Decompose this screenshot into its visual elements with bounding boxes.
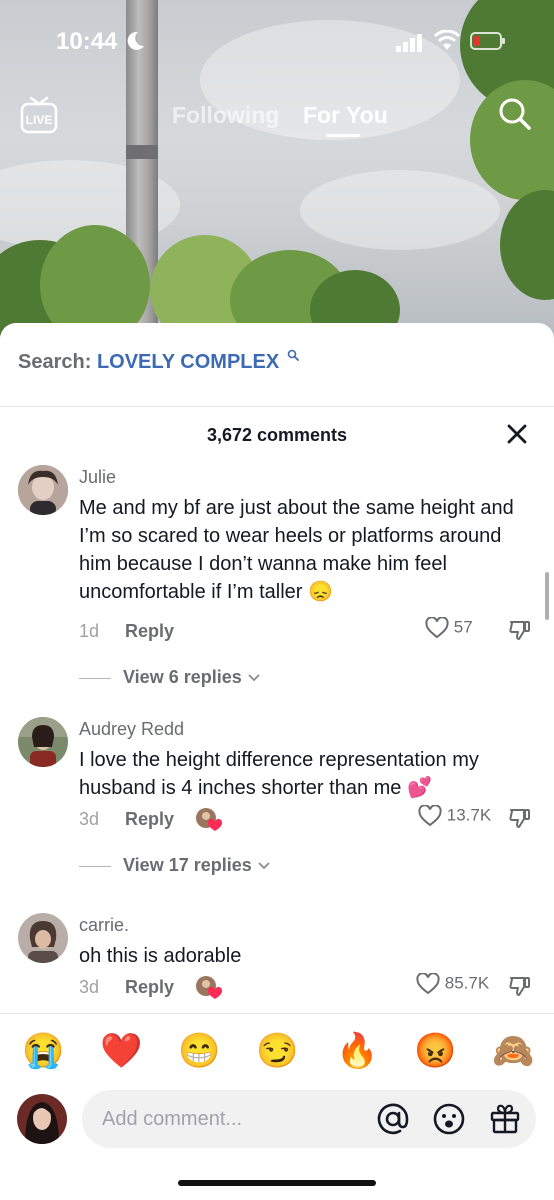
- emoji-grin[interactable]: 😁: [178, 1028, 220, 1074]
- emoji-smirk[interactable]: 😏: [256, 1028, 298, 1074]
- emoji-quick-bar: 😭 ❤️ 😁 😏 🔥 😡 🙈: [0, 1028, 554, 1074]
- dislike-icon[interactable]: [509, 975, 531, 997]
- emoji-picker-icon[interactable]: [432, 1102, 466, 1136]
- reply-button[interactable]: Reply: [125, 809, 174, 830]
- top-nav: LIVE Following For You: [0, 92, 554, 142]
- search-prefix: Search:: [18, 351, 92, 373]
- cellular-signal-icon: [396, 34, 422, 52]
- like-button[interactable]: 13.7K: [418, 804, 492, 827]
- wifi-icon: [434, 30, 460, 50]
- comment-meta: 3d Reply: [79, 808, 223, 831]
- moon-icon: [127, 31, 144, 50]
- chevron-down-icon: [258, 862, 270, 870]
- heart-outline-icon: [416, 972, 440, 995]
- creator-liked-badge: [196, 808, 223, 831]
- avatar[interactable]: [18, 465, 68, 515]
- scrollbar-thumb[interactable]: [545, 572, 549, 620]
- emoji-crying[interactable]: 😭: [22, 1028, 64, 1074]
- reply-button[interactable]: Reply: [125, 621, 174, 642]
- view-replies-button[interactable]: View 6 replies: [79, 667, 261, 688]
- comment-date: 3d: [79, 809, 100, 829]
- comment-meta: 1d Reply: [79, 621, 174, 642]
- comment-input[interactable]: [82, 1090, 536, 1148]
- disappointed-emoji: 😞: [307, 581, 333, 603]
- status-bar: 10:44: [0, 22, 554, 62]
- emoji-angry[interactable]: 😡: [414, 1028, 456, 1074]
- tab-active-indicator: [326, 134, 360, 137]
- comment-date: 1d: [79, 621, 100, 641]
- my-avatar[interactable]: [17, 1094, 67, 1144]
- like-button[interactable]: 85.7K: [416, 972, 490, 995]
- comment-text: Me and my bf are just about the same hei…: [79, 497, 514, 603]
- creator-liked-badge: [196, 976, 223, 999]
- emoji-see-no-evil[interactable]: 🙈: [492, 1028, 534, 1074]
- search-mini-icon: [287, 349, 299, 361]
- search-term[interactable]: LOVELY COMPLEX: [97, 351, 279, 373]
- like-count: 57: [453, 617, 473, 637]
- two-hearts-emoji: 💕: [406, 777, 432, 799]
- search-icon[interactable]: [497, 96, 533, 132]
- divider: [0, 1013, 554, 1014]
- emoji-heart[interactable]: ❤️: [100, 1028, 142, 1074]
- avatar[interactable]: [18, 913, 68, 963]
- comment-username[interactable]: Audrey Redd: [79, 719, 184, 740]
- live-icon[interactable]: LIVE: [20, 96, 58, 136]
- tab-for-you[interactable]: For You: [303, 102, 388, 129]
- avatar[interactable]: [18, 717, 68, 767]
- mention-icon[interactable]: [376, 1102, 410, 1136]
- divider: [0, 406, 554, 407]
- like-count: 85.7K: [444, 973, 490, 993]
- reply-button[interactable]: Reply: [125, 977, 174, 998]
- comment-username[interactable]: carrie.: [79, 915, 129, 936]
- emoji-fire[interactable]: 🔥: [336, 1028, 378, 1074]
- comment-text: oh this is adorable: [79, 945, 242, 967]
- status-time: 10:44: [56, 28, 118, 55]
- heart-outline-icon: [418, 804, 442, 827]
- comment-text: I love the height difference representat…: [79, 749, 479, 799]
- comment-username[interactable]: Julie: [79, 467, 116, 488]
- heart-outline-icon: [425, 616, 449, 639]
- comment-meta: 3d Reply: [79, 976, 223, 999]
- comment-count-title: 3,672 comments: [206, 425, 348, 445]
- chevron-down-icon: [248, 674, 260, 682]
- like-button[interactable]: 57: [425, 616, 473, 639]
- close-icon[interactable]: [506, 423, 528, 445]
- dislike-icon[interactable]: [509, 619, 531, 641]
- home-indicator[interactable]: [178, 1180, 376, 1186]
- tab-following[interactable]: Following: [172, 102, 279, 129]
- gift-icon[interactable]: [488, 1101, 522, 1135]
- dislike-icon[interactable]: [509, 807, 531, 829]
- svg-text:LIVE: LIVE: [26, 113, 53, 127]
- related-search-link[interactable]: Search: LOVELY COMPLEX: [18, 349, 299, 374]
- comment-date: 3d: [79, 977, 100, 997]
- view-replies-button[interactable]: View 17 replies: [79, 855, 271, 876]
- like-count: 13.7K: [446, 805, 492, 825]
- battery-icon: [470, 32, 505, 50]
